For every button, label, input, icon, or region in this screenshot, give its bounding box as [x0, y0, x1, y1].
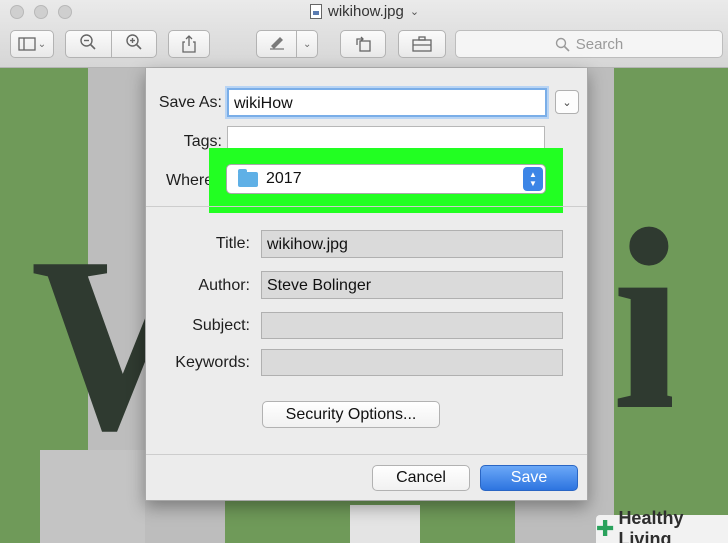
rotate-icon	[356, 36, 371, 52]
toolbox-button[interactable]	[398, 30, 446, 58]
share-button[interactable]	[168, 30, 210, 58]
window-toolbar: wikihow.jpg ⌄ ⌄ ⌄ Search	[0, 0, 728, 68]
plus-logo-icon: ✚	[596, 516, 615, 541]
window-title[interactable]: wikihow.jpg ⌄	[310, 3, 419, 20]
sidebar-icon	[18, 37, 36, 51]
zoom-in-button[interactable]	[111, 33, 156, 55]
markup-controls: ⌄	[256, 30, 318, 58]
brand-text: Healthy Living	[618, 508, 684, 543]
pen-icon	[269, 37, 284, 50]
window-title-text: wikihow.jpg	[328, 3, 404, 20]
section-divider	[146, 206, 587, 207]
subject-input[interactable]	[261, 312, 563, 339]
save-button[interactable]: Save	[480, 465, 578, 491]
search-icon	[555, 37, 570, 52]
save-as-input[interactable]: wikiHow	[227, 88, 547, 117]
background-shape	[350, 505, 420, 543]
background-letter-i: i	[612, 190, 672, 450]
author-input[interactable]: Steve Bolinger	[261, 271, 563, 299]
save-as-label: Save As:	[158, 94, 222, 111]
save-dialog: Save As: wikiHow ⌄ Tags: Where 2017 ▲ ▼ T…	[145, 68, 588, 501]
where-label: Where	[166, 172, 214, 189]
title-label: Title:	[215, 235, 250, 252]
zoom-window-button[interactable]	[58, 5, 72, 19]
markup-button[interactable]	[257, 34, 296, 54]
background-shape	[40, 450, 145, 543]
popup-arrows-icon: ▲ ▼	[523, 167, 543, 191]
chevron-down-icon: ⌄	[562, 96, 572, 109]
keywords-label: Keywords:	[175, 354, 250, 371]
chevron-down-icon: ⌄	[37, 38, 47, 50]
subject-label: Subject:	[192, 317, 250, 334]
search-field[interactable]: Search	[455, 30, 723, 58]
rotate-button[interactable]	[340, 30, 386, 58]
toolbox-icon	[412, 36, 432, 52]
keywords-input[interactable]	[261, 349, 563, 376]
security-options-button[interactable]: Security Options...	[262, 401, 440, 428]
search-placeholder: Search	[575, 35, 624, 53]
cancel-button[interactable]: Cancel	[372, 465, 470, 491]
zoom-out-icon	[80, 34, 96, 50]
zoom-in-icon	[126, 34, 142, 50]
minimize-window-button[interactable]	[34, 5, 48, 19]
title-input[interactable]: wikihow.jpg	[261, 230, 563, 258]
share-icon	[182, 35, 196, 53]
zoom-out-button[interactable]	[66, 33, 111, 55]
chevron-down-icon: ⌄	[409, 6, 420, 18]
background-letter-w: W	[30, 220, 150, 470]
location-select[interactable]: 2017 ▲ ▼	[226, 164, 546, 194]
document-icon	[310, 4, 322, 19]
brand-watermark: ✚ Healthy Living	[596, 508, 728, 543]
sidebar-view-button[interactable]: ⌄	[10, 30, 54, 58]
zoom-controls	[65, 30, 157, 58]
author-label: Author:	[198, 277, 250, 294]
close-window-button[interactable]	[10, 5, 24, 19]
markup-menu-button[interactable]: ⌄	[297, 39, 317, 50]
expand-dialog-button[interactable]: ⌄	[555, 90, 579, 114]
folder-icon	[238, 168, 258, 187]
footer-divider	[146, 454, 587, 455]
location-value: 2017	[266, 170, 302, 187]
